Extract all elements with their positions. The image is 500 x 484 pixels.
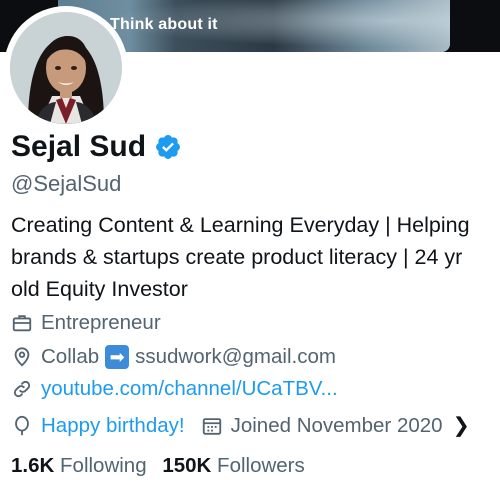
profile-location: Collab ➡ ssudwork@gmail.com: [11, 345, 336, 369]
website-link[interactable]: youtube.com/channel/UCaTBV...: [41, 377, 338, 401]
banner-text: Think about it: [110, 16, 218, 33]
calendar-icon: [202, 417, 221, 435]
profile-name-row: Sejal Sud: [11, 130, 182, 164]
profile-website[interactable]: youtube.com/channel/UCaTBV...: [11, 377, 338, 401]
briefcase-icon: [12, 315, 32, 332]
profile-name: Sejal Sud: [11, 130, 147, 163]
followers-link[interactable]: 150K Followers: [162, 454, 304, 477]
avatar[interactable]: [4, 6, 128, 130]
profile-dates: Happy birthday! Joined November 2020 ❯: [11, 413, 470, 438]
location-prefix: Collab: [41, 345, 100, 368]
profile-handle: @SejalSud: [11, 171, 122, 196]
following-count: 1.6K: [11, 454, 55, 477]
balloon-icon: [15, 415, 29, 435]
following-link[interactable]: 1.6K Following: [11, 454, 147, 477]
following-label: Following: [60, 454, 147, 477]
birthday-link[interactable]: Happy birthday!: [41, 414, 185, 438]
category-label: Entrepreneur: [41, 311, 161, 334]
avatar-image: [10, 12, 122, 124]
right-arrow-emoji-icon: ➡: [105, 345, 130, 369]
location-pin-icon: [14, 347, 30, 367]
joined-date: Joined November 2020: [230, 413, 443, 437]
link-icon: [13, 380, 31, 398]
followers-count: 150K: [162, 454, 212, 477]
followers-label: Followers: [217, 454, 305, 477]
profile-bio: Creating Content & Learning Everyday | H…: [11, 213, 470, 301]
chevron-right-icon[interactable]: ❯: [453, 413, 470, 438]
location-email: ssudwork@gmail.com: [135, 345, 336, 368]
verified-badge-icon[interactable]: [154, 133, 182, 161]
profile-category: Entrepreneur: [11, 311, 161, 335]
follow-stats: 1.6K Following 150K Followers: [11, 454, 305, 478]
